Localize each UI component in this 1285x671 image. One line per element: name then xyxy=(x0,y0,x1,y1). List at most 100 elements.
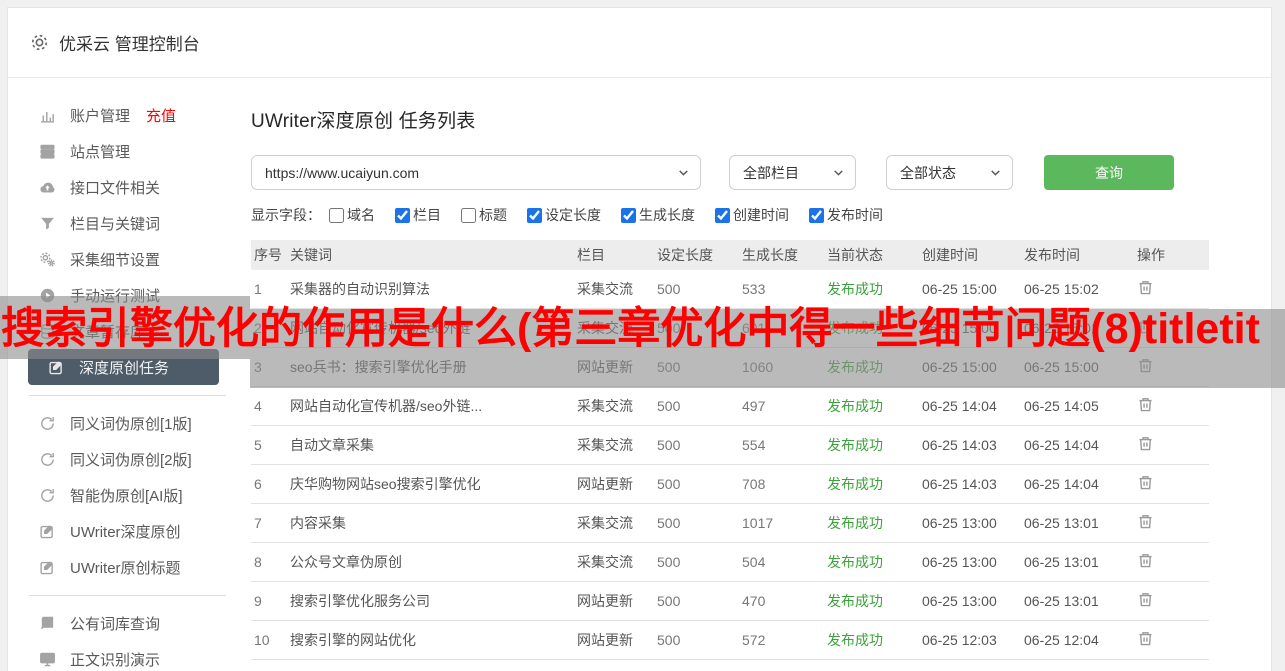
sidebar: 账户管理充值站点管理接口文件相关栏目与关键词采集细节设置手动运行测试文章暂存库深… xyxy=(8,78,251,671)
edit-icon xyxy=(39,523,56,540)
app-header: 优采云 管理控制台 xyxy=(8,8,1271,78)
field-checkbox-设定长度[interactable]: 设定长度 xyxy=(527,205,601,225)
sidebar-item-account[interactable]: 账户管理 充值 xyxy=(8,97,251,133)
field-checkbox-栏目[interactable]: 栏目 xyxy=(395,205,441,225)
cell-keyword: 公众号文章伪原创 xyxy=(290,554,402,570)
site-select[interactable]: https://www.ucaiyun.com xyxy=(251,155,701,190)
cell-actions xyxy=(1134,395,1209,417)
checkbox-label: 标题 xyxy=(479,207,507,223)
field-checkbox-创建时间[interactable]: 创建时间 xyxy=(715,205,789,225)
edit-icon xyxy=(39,559,56,576)
site-select-value: https://www.ucaiyun.com xyxy=(265,164,420,181)
recharge-link[interactable]: 充值 xyxy=(146,105,176,126)
cell-column: 网站更新 xyxy=(577,593,633,609)
sidebar-item-label: 账户管理 xyxy=(70,107,131,125)
checkbox-input[interactable] xyxy=(527,207,542,223)
checkbox-input[interactable] xyxy=(621,207,636,223)
column-header: 操作 xyxy=(1137,247,1165,263)
sidebar-item-public-thesaurus[interactable]: 公有词库查询 xyxy=(8,605,251,641)
cell-published-time: 06-25 13:01 xyxy=(1024,554,1099,570)
bar-chart-icon xyxy=(39,107,56,124)
cell-published-time: 06-25 13:01 xyxy=(1024,593,1099,609)
cell-published-time: 06-25 13:01 xyxy=(1024,515,1099,531)
sidebar-item-collect-detail[interactable]: 采集细节设置 xyxy=(8,241,251,277)
delete-button[interactable] xyxy=(1137,629,1159,651)
sidebar-item-label: 正文识别演示 xyxy=(70,651,161,669)
table-row: 7 内容采集 采集交流 500 1017 发布成功 06-25 13:00 06-25 13:… xyxy=(251,504,1209,543)
sidebar-item-sites[interactable]: 站点管理 xyxy=(8,133,251,169)
cell-gen-length: 470 xyxy=(742,593,766,609)
sidebar-item-synonym-2[interactable]: 同义词伪原创[2版] xyxy=(8,441,251,477)
cell-actions xyxy=(1134,278,1209,300)
sidebar-item-uwriter-title[interactable]: UWriter原创标题 xyxy=(8,549,251,585)
cell-actions xyxy=(1134,590,1209,612)
field-checkbox-发布时间[interactable]: 发布时间 xyxy=(809,205,883,225)
sidebar-item-ai-original[interactable]: 智能伪原创[AI版] xyxy=(8,477,251,513)
sidebar-item-content-demo[interactable]: 正文识别演示 xyxy=(8,641,251,671)
delete-button[interactable] xyxy=(1137,512,1159,534)
cell-keyword: 庆华购物网站seo搜索引擎优化 xyxy=(290,476,481,492)
field-checkbox-域名[interactable]: 域名 xyxy=(329,205,375,225)
column-header: 生成长度 xyxy=(742,247,798,263)
cell-keyword: 采集器的自动识别算法 xyxy=(290,281,430,297)
delete-button[interactable] xyxy=(1137,434,1159,456)
delete-button[interactable] xyxy=(1137,473,1159,495)
checkbox-input[interactable] xyxy=(809,207,824,223)
delete-button[interactable] xyxy=(1137,590,1159,612)
table-row: 5 自动文章采集 采集交流 500 554 发布成功 06-25 14:03 06-25 14… xyxy=(251,426,1209,465)
chevron-down-icon xyxy=(989,166,1002,179)
sidebar-item-label: 站点管理 xyxy=(70,143,131,161)
sidebar-item-synonym-1[interactable]: 同义词伪原创[1版] xyxy=(8,405,251,441)
cell-gen-length: 497 xyxy=(742,398,766,414)
sidebar-item-columns-keywords[interactable]: 栏目与关键词 xyxy=(8,205,251,241)
cell-published-time: 06-25 14:05 xyxy=(1024,398,1099,414)
cell-status: 发布成功 xyxy=(827,632,883,648)
trash-icon xyxy=(1137,435,1154,455)
table-row: 9 搜索引擎优化服务公司 网站更新 500 470 发布成功 06-25 13:00 06-2… xyxy=(251,582,1209,621)
overlay-band-main xyxy=(250,309,1285,388)
cell-set-length: 500 xyxy=(657,281,681,297)
field-checkbox-生成长度[interactable]: 生成长度 xyxy=(621,205,695,225)
table-row: 8 公众号文章伪原创 采集交流 500 504 发布成功 06-25 13:00 06-25 … xyxy=(251,543,1209,582)
edit-icon xyxy=(48,359,65,376)
cell-no: 5 xyxy=(254,437,262,453)
column-select-value: 全部栏目 xyxy=(743,164,799,181)
cell-column: 采集交流 xyxy=(577,437,633,453)
table-row: 1 采集器的自动识别算法 采集交流 500 533 发布成功 06-25 15:00 06-2… xyxy=(251,270,1209,309)
sidebar-item-label: 智能伪原创[AI版] xyxy=(70,487,183,505)
delete-button[interactable] xyxy=(1137,278,1159,300)
cell-created-time: 06-25 14:03 xyxy=(922,437,997,453)
status-select[interactable]: 全部状态 xyxy=(886,155,1013,190)
cell-actions xyxy=(1134,629,1209,651)
trash-icon xyxy=(1137,552,1154,572)
trash-icon xyxy=(1137,396,1154,416)
checkbox-input[interactable] xyxy=(461,207,476,223)
cell-set-length: 500 xyxy=(657,593,681,609)
cell-status: 发布成功 xyxy=(827,554,883,570)
checkbox-input[interactable] xyxy=(715,207,730,223)
table-row: 4 网站自动化宣传机器/seo外链... 采集交流 500 497 发布成功 06-25 1… xyxy=(251,387,1209,426)
field-checkbox-标题[interactable]: 标题 xyxy=(461,205,507,225)
cell-column: 网站更新 xyxy=(577,632,633,648)
checkbox-label: 创建时间 xyxy=(733,207,789,223)
sidebar-item-label: UWriter深度原创 xyxy=(70,523,181,541)
cell-created-time: 06-25 13:00 xyxy=(922,593,997,609)
delete-button[interactable] xyxy=(1137,551,1159,573)
column-header: 栏目 xyxy=(577,247,605,263)
checkbox-input[interactable] xyxy=(329,207,344,223)
sidebar-item-uwriter-deep[interactable]: UWriter深度原创 xyxy=(8,513,251,549)
column-select[interactable]: 全部栏目 xyxy=(729,155,856,190)
overlay-band-left xyxy=(0,296,250,359)
status-select-value: 全部状态 xyxy=(900,164,956,181)
cell-no: 4 xyxy=(254,398,262,414)
cell-column: 采集交流 xyxy=(577,398,633,414)
sidebar-item-api-files[interactable]: 接口文件相关 xyxy=(8,169,251,205)
sidebar-item-label: 同义词伪原创[2版] xyxy=(70,451,192,469)
delete-button[interactable] xyxy=(1137,395,1159,417)
column-header: 设定长度 xyxy=(657,247,713,263)
search-button[interactable]: 查询 xyxy=(1044,155,1174,190)
checkbox-input[interactable] xyxy=(395,207,410,223)
cell-published-time: 06-25 15:02 xyxy=(1024,281,1099,297)
cell-keyword: 网站自动化宣传机器/seo外链... xyxy=(290,398,483,414)
checkbox-label: 栏目 xyxy=(413,207,441,223)
